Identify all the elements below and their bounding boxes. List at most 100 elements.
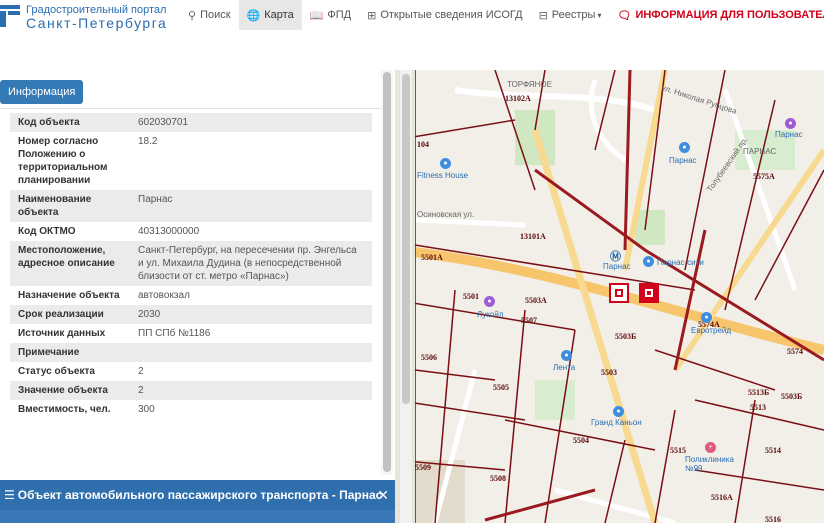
menu-icon[interactable]: ☰: [4, 488, 15, 502]
metro-label[interactable]: Парнас: [603, 262, 631, 271]
parcel-label: 5501А: [421, 253, 443, 262]
attr-value: 602030701: [130, 113, 372, 132]
bottom-strip: [0, 510, 395, 523]
shop-icon[interactable]: ●: [613, 406, 624, 417]
shop-icon[interactable]: ●: [701, 312, 712, 323]
table-row: Срок реализации 2030: [10, 305, 372, 324]
map-scrollbar-thumb[interactable]: [402, 74, 410, 404]
table-row: Источник данных ПП СПб №1186: [10, 324, 372, 343]
table-row: Наименование объекта Парнас: [10, 190, 372, 222]
parcel-label: 5509: [415, 463, 431, 472]
panel-scrollbar[interactable]: [381, 70, 393, 475]
parcel-label: 5513Б: [748, 388, 770, 397]
attr-key: Примечание: [10, 343, 130, 362]
table-row: Номер согласно Положению о территориальн…: [10, 132, 372, 190]
nav-registries-label: Реестры: [551, 9, 596, 21]
parcel-label: 5503Б: [615, 332, 637, 341]
table-row: Вместимость, чел. 300: [10, 400, 372, 419]
nav-user-info-label: ИНФОРМАЦИЯ ДЛЯ ПОЛЬЗОВАТЕЛ: [635, 9, 824, 21]
bus-station-marker[interactable]: [609, 283, 629, 303]
parcel-label: 5503Б: [781, 392, 803, 401]
nav-registries[interactable]: ⊟ Реестры ▾: [531, 0, 610, 30]
info-tab-button[interactable]: Информация: [0, 80, 84, 104]
attr-value: [130, 343, 372, 362]
nav-search[interactable]: ⚲ Поиск: [180, 0, 239, 30]
poi-eurotrade[interactable]: Евротрейд: [691, 326, 731, 335]
poi-parnas[interactable]: Парнас: [669, 156, 697, 165]
street-label: Осиновская ул.: [417, 210, 475, 219]
nav-isogd-label: Открытые сведения ИСОГД: [380, 9, 523, 21]
attr-key: Наименование объекта: [10, 190, 130, 222]
attr-key: Статус объекта: [18, 366, 95, 377]
attr-value: Парнас: [130, 190, 372, 222]
parcel-label: 5506: [421, 353, 437, 362]
table-icon: ⊟: [538, 9, 548, 22]
poi-parnas[interactable]: Парнас: [775, 130, 803, 139]
shop-icon[interactable]: ●: [679, 142, 690, 153]
attr-key: Номер согласно Положению о территориальн…: [18, 136, 108, 186]
portal-city[interactable]: Санкт-Петербурга: [26, 15, 167, 31]
attr-key: Код объекта: [10, 113, 130, 132]
parcel-label: 104: [417, 140, 429, 149]
close-icon[interactable]: ✕: [377, 480, 389, 510]
attr-value: Санкт-Петербург, на пересечении пр. Энге…: [130, 241, 372, 286]
parcel-label: 13102А: [505, 94, 531, 103]
map-canvas[interactable]: 13102А 13101А 5501А 5501 5503А 5507 5503…: [395, 70, 824, 523]
mall-icon[interactable]: ●: [643, 256, 654, 267]
attr-value: 2030: [130, 305, 372, 324]
table-row: Местоположение, адресное описание Санкт-…: [10, 241, 372, 286]
attr-key: Срок реализации: [10, 305, 130, 324]
globe-icon: 🌐: [246, 9, 261, 22]
object-title-bar[interactable]: ☰ Объект автомобильного пассажирского тра…: [0, 480, 395, 510]
district-label: ПАРНАС: [743, 147, 777, 156]
map-scrollbar[interactable]: [400, 70, 412, 523]
district-label: ТОРФЯНОЕ: [507, 80, 552, 89]
nav-map-label: Карта: [264, 9, 294, 21]
shop-icon[interactable]: ●: [785, 118, 796, 129]
attr-key: Код ОКТМО: [18, 226, 76, 237]
poi-grand-canyon[interactable]: Гранд Каньон: [591, 418, 642, 427]
poi-lukoil[interactable]: Лукойл: [477, 310, 504, 319]
parcel-label: 5575А: [753, 172, 775, 181]
poi-parnas-city[interactable]: Парнас-сити: [657, 258, 704, 267]
nav-isogd[interactable]: ⊞ Открытые сведения ИСОГД: [359, 0, 530, 30]
parcel-label: 5513: [750, 403, 766, 412]
nav-fpd[interactable]: 📖 ФПД: [302, 0, 359, 30]
nav-search-label: Поиск: [200, 9, 231, 21]
bus-icon[interactable]: [639, 283, 659, 303]
fitness-icon[interactable]: ●: [440, 158, 451, 169]
parcel-label: 5508: [490, 474, 506, 483]
table-row: Назначение объекта автовокзал: [10, 286, 372, 305]
bus-marker-inner: [645, 289, 653, 297]
panel-divider: [0, 108, 384, 109]
parcel-label: 5515: [670, 446, 686, 455]
fuel-icon[interactable]: ●: [484, 296, 495, 307]
attr-value: ПП СПб №1186: [138, 328, 211, 339]
panel-scrollbar-thumb[interactable]: [383, 72, 391, 472]
shop-icon[interactable]: ●: [561, 350, 572, 361]
caret-down-icon: ▾: [597, 10, 602, 20]
table-row: Код объекта 602030701: [10, 113, 372, 132]
nav-map[interactable]: 🌐 Карта: [238, 0, 302, 30]
info-panel: Информация Код объекта 602030701 Номер с…: [0, 70, 395, 475]
parcel-label: 5503: [601, 368, 617, 377]
parcel-label: 5501: [463, 292, 479, 301]
parcel-label: 5503А: [525, 296, 547, 305]
attr-key: Значение объекта: [10, 381, 130, 400]
portal-logo-icon[interactable]: [0, 3, 20, 29]
poi-polyclinic[interactable]: Поликлиника №99: [685, 455, 745, 473]
comment-icon: 🗨: [617, 9, 632, 22]
table-row: Значение объекта 2: [10, 381, 372, 400]
attr-key: Источник данных: [18, 328, 106, 339]
attr-value: автовокзал: [138, 290, 190, 301]
attr-value: 40313000000: [138, 226, 200, 237]
hospital-icon[interactable]: +: [705, 442, 716, 453]
nav-fpd-label: ФПД: [327, 9, 352, 21]
attr-value: 18.2: [138, 136, 158, 147]
attr-value: 300: [138, 404, 155, 415]
poi-lenta[interactable]: Лента: [553, 363, 575, 372]
poi-fitness-house[interactable]: Fitness House: [417, 171, 468, 180]
parcel-label: 13101А: [520, 232, 546, 241]
nav-user-info[interactable]: 🗨 ИНФОРМАЦИЯ ДЛЯ ПОЛЬЗОВАТЕЛ: [609, 0, 824, 30]
parcel-label: 5516А: [711, 493, 733, 502]
